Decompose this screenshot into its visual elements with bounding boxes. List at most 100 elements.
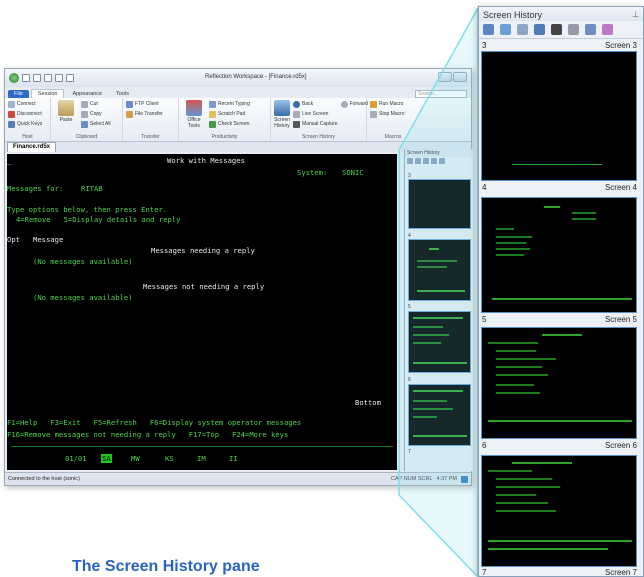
status-icon xyxy=(461,475,468,483)
file-transfer-icon xyxy=(126,110,133,118)
ribbon: Connect Disconnect Quick Keys Host Paste… xyxy=(5,98,471,142)
oia-divider xyxy=(11,446,393,447)
print-icon[interactable] xyxy=(55,74,63,82)
search-input[interactable]: Search... xyxy=(415,90,467,98)
status-time: 4:37 PM xyxy=(436,476,457,482)
camera-icon xyxy=(293,120,300,128)
quick-keys-button[interactable]: Quick Keys xyxy=(8,120,42,128)
manual-capture-button[interactable]: Manual Capture xyxy=(293,120,338,128)
file-transfer-button[interactable]: File Transfer xyxy=(126,110,163,118)
capture-screen-icon[interactable] xyxy=(483,24,494,35)
document-tab[interactable]: Finance.rd5x xyxy=(7,142,57,152)
quick-access-toolbar xyxy=(9,73,74,83)
no-messages-2: (No messages available) xyxy=(33,293,133,302)
run-macro-button[interactable]: Run Macro xyxy=(370,100,405,108)
no-messages-1: (No messages available) xyxy=(33,257,133,266)
stop-macro-icon xyxy=(370,110,377,118)
menu-tools[interactable]: Tools xyxy=(110,90,135,98)
small-thumb-6[interactable] xyxy=(408,384,471,446)
history-thumb-screen-3[interactable] xyxy=(481,51,637,181)
keyboard-icon xyxy=(8,120,15,128)
recent-typing-button[interactable]: Recent Typing xyxy=(209,100,250,108)
not-needing-reply-heading: Messages not needing a reply xyxy=(143,282,265,291)
disconnect-button[interactable]: Disconnect xyxy=(8,110,42,118)
group-host: Connect Disconnect Quick Keys Host xyxy=(5,98,51,141)
group-macros: Run Macro Stop Macro Macros xyxy=(367,98,419,141)
group-label-macros: Macros xyxy=(384,134,402,140)
settings-icon[interactable] xyxy=(568,24,579,35)
history-label-5: 5 Screen 5 xyxy=(482,315,637,324)
cut-button[interactable]: Cut xyxy=(81,100,111,108)
history-thumb-screen-6[interactable] xyxy=(481,455,637,567)
save-screens-icon[interactable] xyxy=(500,24,511,35)
run-macro-icon xyxy=(370,100,377,108)
office-tools-button[interactable]: Office Tools xyxy=(182,100,206,133)
live-screen-button[interactable]: Live Screen xyxy=(293,110,338,118)
small-thumb-4[interactable] xyxy=(408,239,471,301)
history-label-6: 6 Screen 6 xyxy=(482,441,637,450)
check-screen-button[interactable]: Check Screen xyxy=(209,120,250,128)
clear-history-icon[interactable] xyxy=(602,24,613,35)
app-logo-icon[interactable] xyxy=(9,73,19,83)
message-user: RITAB xyxy=(81,184,103,193)
scratch-pad-icon xyxy=(209,110,216,118)
maximize-button[interactable] xyxy=(453,72,467,82)
history-thumb-screen-5[interactable] xyxy=(481,327,637,439)
small-thumb-5[interactable] xyxy=(408,311,471,373)
copy-button[interactable]: Copy xyxy=(81,110,111,118)
menu-file[interactable]: File xyxy=(8,90,29,98)
column-opt: Opt xyxy=(7,235,20,244)
small-thumb-3[interactable] xyxy=(408,179,471,229)
export-icon[interactable] xyxy=(431,158,437,164)
needing-reply-heading: Messages needing a reply xyxy=(151,246,255,255)
new-icon[interactable] xyxy=(22,74,30,82)
save-icon[interactable] xyxy=(44,74,52,82)
open-icon[interactable] xyxy=(33,74,41,82)
screen-history-button[interactable]: Screen History xyxy=(274,100,290,133)
small-label-6: 6 xyxy=(408,377,411,383)
capture-icon[interactable] xyxy=(407,158,413,164)
history-label-4: 4 Screen 4 xyxy=(482,183,637,192)
copy-screens-icon[interactable] xyxy=(517,24,528,35)
minimize-button[interactable] xyxy=(438,72,452,82)
history-thumb-screen-4[interactable] xyxy=(481,197,637,313)
forward-arrow-icon xyxy=(340,100,348,108)
forward-button[interactable]: Forward xyxy=(340,100,368,108)
oia-cursor-position: 01/01 xyxy=(65,454,87,463)
stop-macro-button[interactable]: Stop Macro xyxy=(370,110,405,118)
customize-icon[interactable] xyxy=(66,74,74,82)
back-button[interactable]: Back xyxy=(293,100,338,108)
ftp-icon xyxy=(126,100,133,108)
copy-history-icon[interactable] xyxy=(423,158,429,164)
options-icon[interactable] xyxy=(585,24,596,35)
ftp-client-button[interactable]: FTP Client xyxy=(126,100,163,108)
options-text: 4=Remove 5=Display details and reply xyxy=(16,215,181,224)
window-controls xyxy=(438,72,467,82)
paste-button[interactable]: Paste xyxy=(54,100,78,133)
connection-status: Connected to the host (sonic) xyxy=(8,476,80,482)
scissors-icon xyxy=(81,100,88,108)
camera-icon[interactable] xyxy=(439,158,445,164)
save-history-icon[interactable] xyxy=(415,158,421,164)
bottom-indicator: Bottom xyxy=(355,398,381,407)
keyboard-indicators: CAP NUM SCRL xyxy=(391,476,433,482)
recent-typing-icon xyxy=(209,100,216,108)
pane-header: Screen History ⊥ xyxy=(479,7,643,21)
system-name: SONIC xyxy=(342,168,364,177)
menu-session[interactable]: Session xyxy=(30,89,65,98)
terminal-screen[interactable]: _ Work with Messages System: SONIC Messa… xyxy=(7,154,397,470)
group-label-host: Host xyxy=(22,134,33,140)
group-transfer: FTP Client File Transfer Transfer xyxy=(123,98,179,141)
select-all-icon xyxy=(81,120,88,128)
connect-button[interactable]: Connect xyxy=(8,100,42,108)
manual-capture-icon[interactable] xyxy=(551,24,562,35)
select-all-button[interactable]: Select All xyxy=(81,120,111,128)
menu-appearance[interactable]: Appearance xyxy=(66,90,108,98)
send-screens-icon[interactable] xyxy=(534,24,545,35)
column-message: Message xyxy=(33,235,64,244)
system-label: System: xyxy=(297,168,328,177)
small-label-7: 7 xyxy=(408,449,411,455)
scratch-pad-button[interactable]: Scratch Pad xyxy=(209,110,250,118)
screen-history-icon xyxy=(274,100,290,116)
pin-icon[interactable]: ⊥ xyxy=(632,10,639,19)
